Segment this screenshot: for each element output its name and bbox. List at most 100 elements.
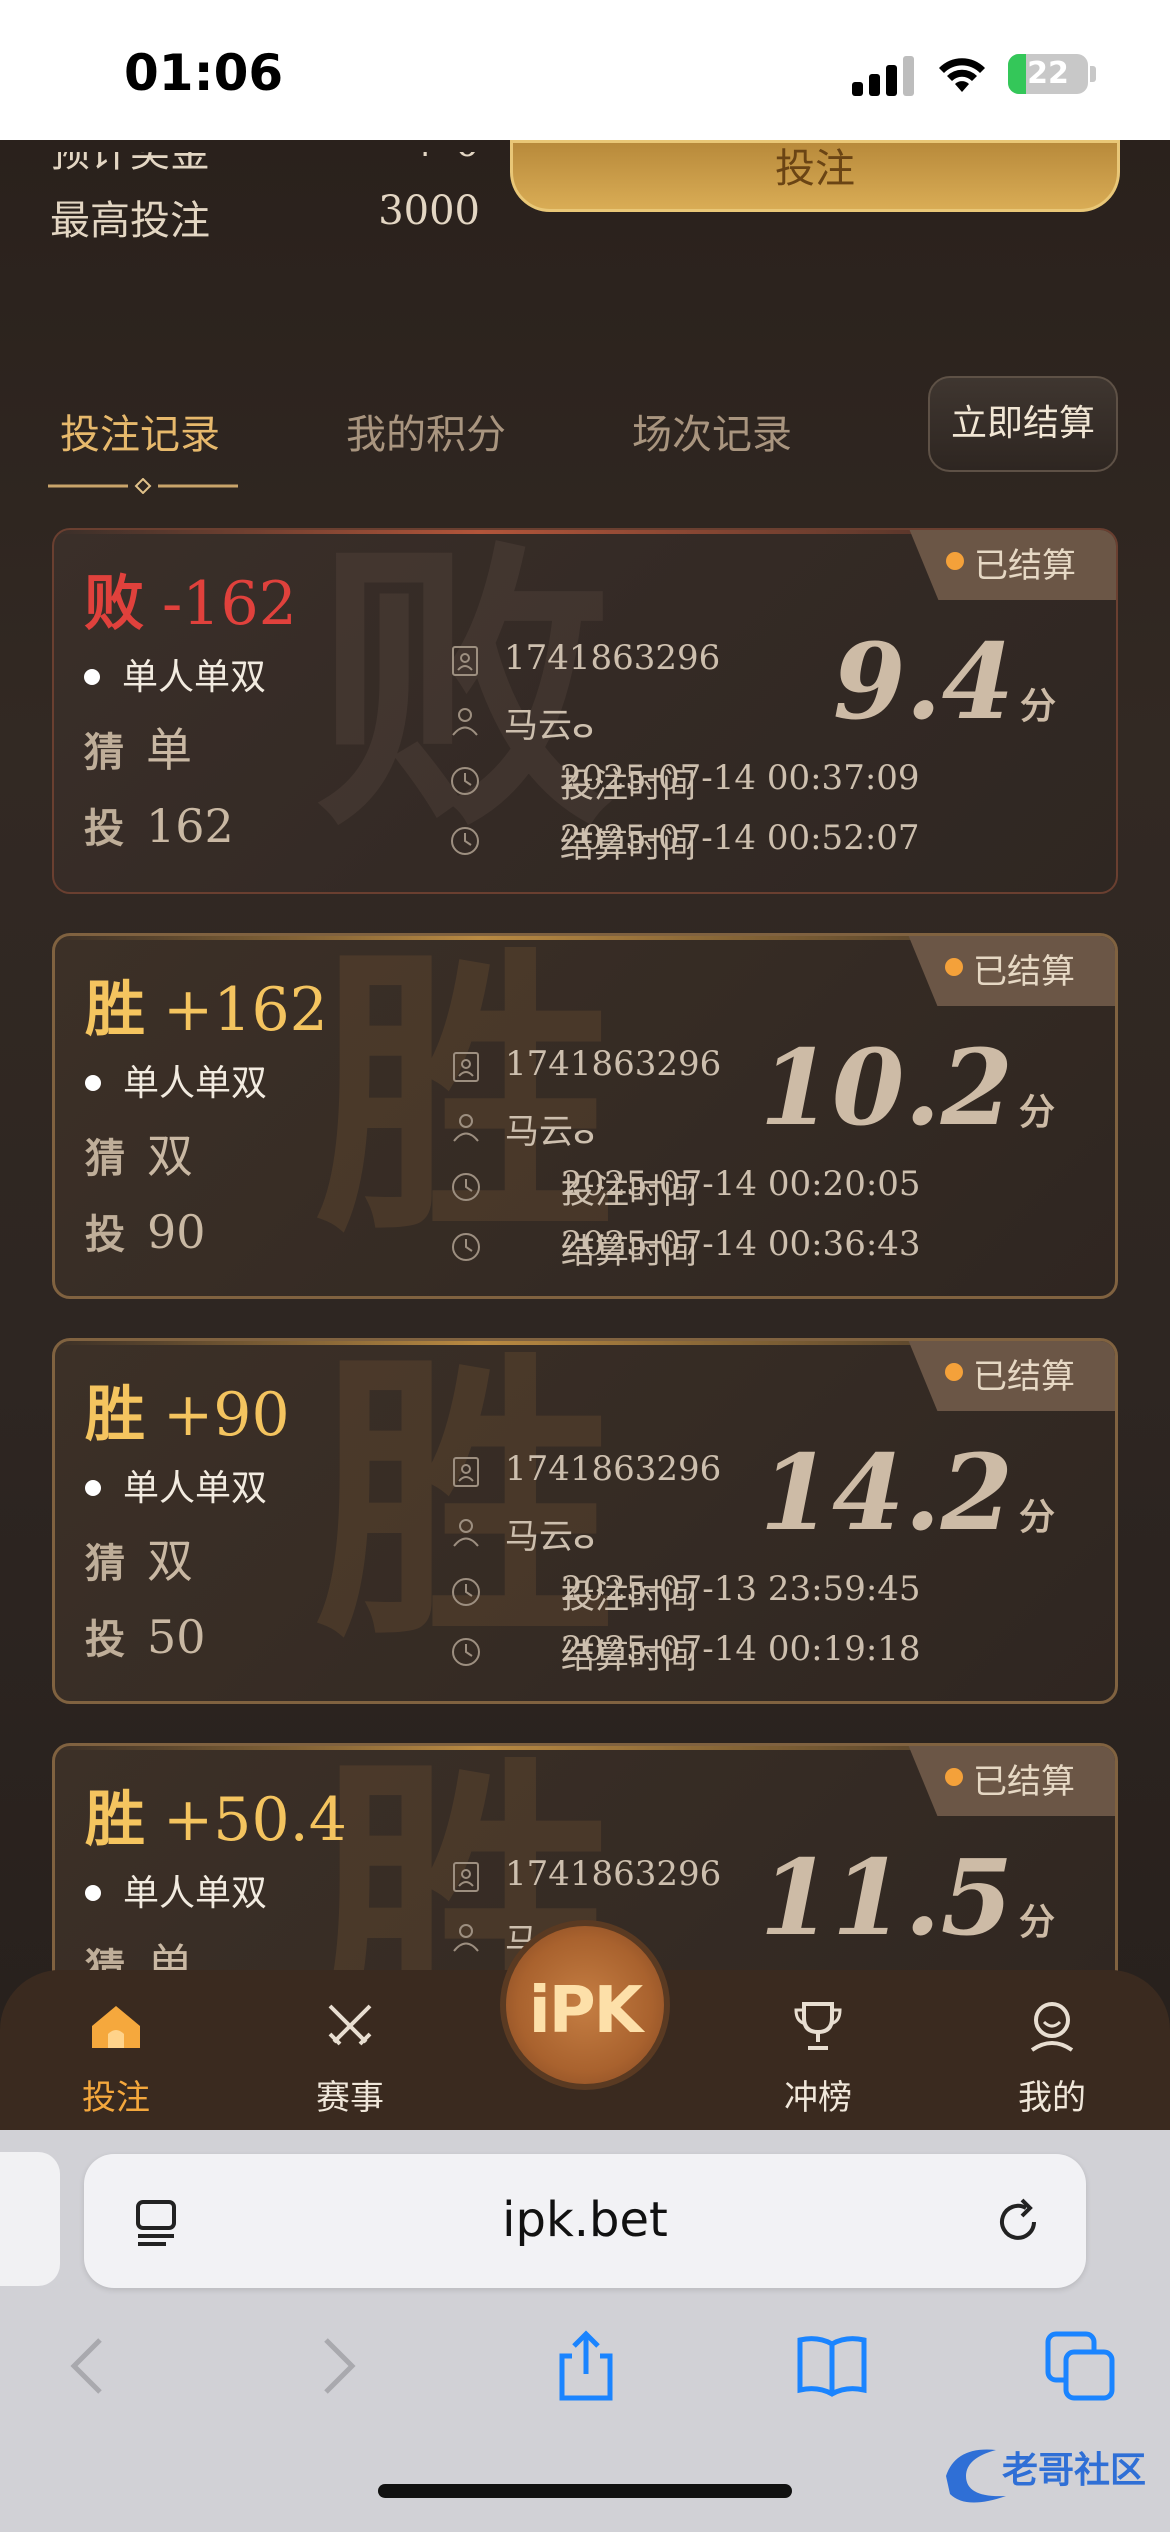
record-result: 胜 +50.4 [85, 1790, 347, 1850]
clock-icon [451, 767, 479, 795]
share-icon[interactable] [546, 2326, 626, 2406]
guess-row: 猜单 [84, 714, 192, 780]
bet-time-value: 2025-07-14 00:20:05 [561, 1164, 921, 1204]
bet-record-card[interactable]: 胜 已结算 胜 +90 单人单双 猜双 投 50 1741863296 马云ⴰ 投注… [52, 1338, 1118, 1704]
nav-bet-label: 投注 [82, 2078, 150, 2118]
battery-icon: 22 [1008, 54, 1088, 94]
result-label: 胜 [85, 975, 145, 1045]
nav-profile[interactable]: 我的 [982, 1996, 1122, 2119]
max-bet-value: 3000 [378, 188, 480, 234]
clock-icon [452, 1233, 480, 1261]
id-card-icon [453, 1052, 479, 1082]
user-name: 马云ⴰ [505, 1517, 595, 1557]
stake-key: 投 [85, 1616, 125, 1663]
status-badge: 已结算 [908, 936, 1115, 1006]
watermark-text: 老哥社区 [1002, 2450, 1146, 2491]
user-name: 马云ⴰ [504, 706, 594, 746]
status-label: 已结算 [973, 1357, 1075, 1397]
stake-key: 投 [85, 1211, 125, 1258]
swords-icon [328, 2004, 372, 2046]
back-icon[interactable] [48, 2326, 128, 2406]
guess-key: 猜 [85, 1540, 125, 1587]
home-icon [92, 2006, 140, 2048]
result-amount: +90 [163, 1380, 290, 1450]
score-unit: 分 [1018, 1901, 1055, 1943]
reload-icon[interactable] [992, 2196, 1044, 2248]
stake-row: 投 162 [84, 796, 234, 854]
game-type: 单人单双 [85, 1054, 267, 1106]
stake-row: 投 50 [85, 1607, 206, 1665]
guess-row: 猜双 [85, 1120, 193, 1186]
score-value: 14.2 [759, 1431, 1013, 1554]
bet-time-value: 2025-07-14 00:37:09 [560, 758, 920, 798]
scroll-clip [0, 140, 500, 152]
settle-now-button[interactable]: 立即结算 [928, 376, 1118, 472]
score-value: 9.4 [833, 620, 1014, 743]
nav-leaderboard-label: 冲榜 [784, 2078, 852, 2118]
address-bar[interactable]: ipk.bet [84, 2154, 1086, 2288]
score-unit: 分 [1019, 685, 1056, 727]
record-score: 10.2 分 [760, 1036, 1055, 1140]
game-type: 单人单双 [84, 648, 266, 700]
record-score: 9.4 分 [833, 630, 1056, 734]
guess-value: 单 [146, 723, 192, 777]
game-type-label: 单人单双 [123, 1873, 268, 1914]
tab-match-records[interactable]: 场次记录 [632, 402, 792, 460]
record-score: 11.5 分 [760, 1846, 1055, 1950]
clock-icon [452, 1173, 480, 1201]
settle-time-value: 2025-07-14 00:19:18 [561, 1629, 921, 1669]
ipk-center-button[interactable]: iPK [500, 1920, 670, 2090]
stake-key: 投 [84, 805, 124, 852]
record-result: 胜 +162 [85, 980, 328, 1040]
user-icon [453, 1519, 479, 1547]
nav-profile-label: 我的 [1018, 2078, 1086, 2118]
settle-time-value: 2025-07-14 00:52:07 [560, 818, 920, 858]
guess-value: 双 [147, 1129, 193, 1183]
previous-tab-peek[interactable] [0, 2152, 60, 2286]
bookmarks-icon[interactable] [792, 2326, 872, 2406]
settle-time-value: 2025-07-14 00:36:43 [561, 1224, 921, 1264]
game-type-label: 单人单双 [123, 1468, 268, 1509]
wifi-icon [939, 58, 985, 92]
trophy-icon [794, 2002, 842, 2050]
tab-underline-ornament [48, 478, 238, 494]
record-result: 败 -162 [84, 574, 297, 634]
tab-bet-records[interactable]: 投注记录 [60, 402, 220, 460]
max-bet-row: 最高投注 3000 [50, 188, 480, 246]
site-watermark-logo: 老哥社区 [946, 2449, 1146, 2503]
guess-value: 双 [147, 1534, 193, 1588]
profile-icon [1030, 2002, 1074, 2052]
guess-row: 猜双 [85, 1525, 193, 1591]
record-result: 胜 +90 [85, 1385, 290, 1445]
record-score: 14.2 分 [760, 1441, 1055, 1545]
game-type: 单人单双 [85, 1459, 267, 1511]
bet-button[interactable]: 投注 [510, 140, 1120, 212]
id-card-icon [453, 1457, 479, 1487]
record-id: 1741863296 [505, 1449, 722, 1489]
battery-cap [1090, 66, 1096, 82]
bet-record-card[interactable]: 败 已结算 败 -162 单人单双 猜单 投 162 1741863296 马云ⴰ … [52, 528, 1118, 894]
result-amount: +162 [163, 975, 328, 1045]
record-id: 1741863296 [504, 638, 721, 678]
guess-key: 猜 [85, 1135, 125, 1182]
guess-key: 猜 [84, 729, 124, 776]
nav-events-label: 赛事 [316, 2078, 384, 2118]
tabs-icon[interactable] [1040, 2326, 1120, 2406]
result-label: 败 [84, 569, 144, 639]
nav-leaderboard[interactable]: 冲榜 [748, 1996, 888, 2119]
stake-value: 162 [146, 799, 234, 853]
url-text: ipk.bet [502, 2192, 668, 2248]
clock-icon [451, 827, 479, 855]
status-badge: 已结算 [909, 530, 1116, 600]
status-badge: 已结算 [908, 1341, 1115, 1411]
bet-record-card[interactable]: 胜 已结算 胜 +162 单人单双 猜双 投 90 1741863296 马云ⴰ 投… [52, 933, 1118, 1299]
score-value: 10.2 [759, 1026, 1013, 1149]
nav-bet[interactable]: 投注 [46, 1996, 186, 2119]
user-icon [452, 708, 478, 736]
tab-my-points[interactable]: 我的积分 [346, 402, 506, 460]
user-name: 马云ⴰ [505, 1112, 595, 1152]
forward-icon[interactable] [298, 2326, 378, 2406]
stake-value: 50 [147, 1610, 206, 1664]
nav-events[interactable]: 赛事 [280, 1996, 420, 2119]
result-label: 胜 [85, 1380, 145, 1450]
